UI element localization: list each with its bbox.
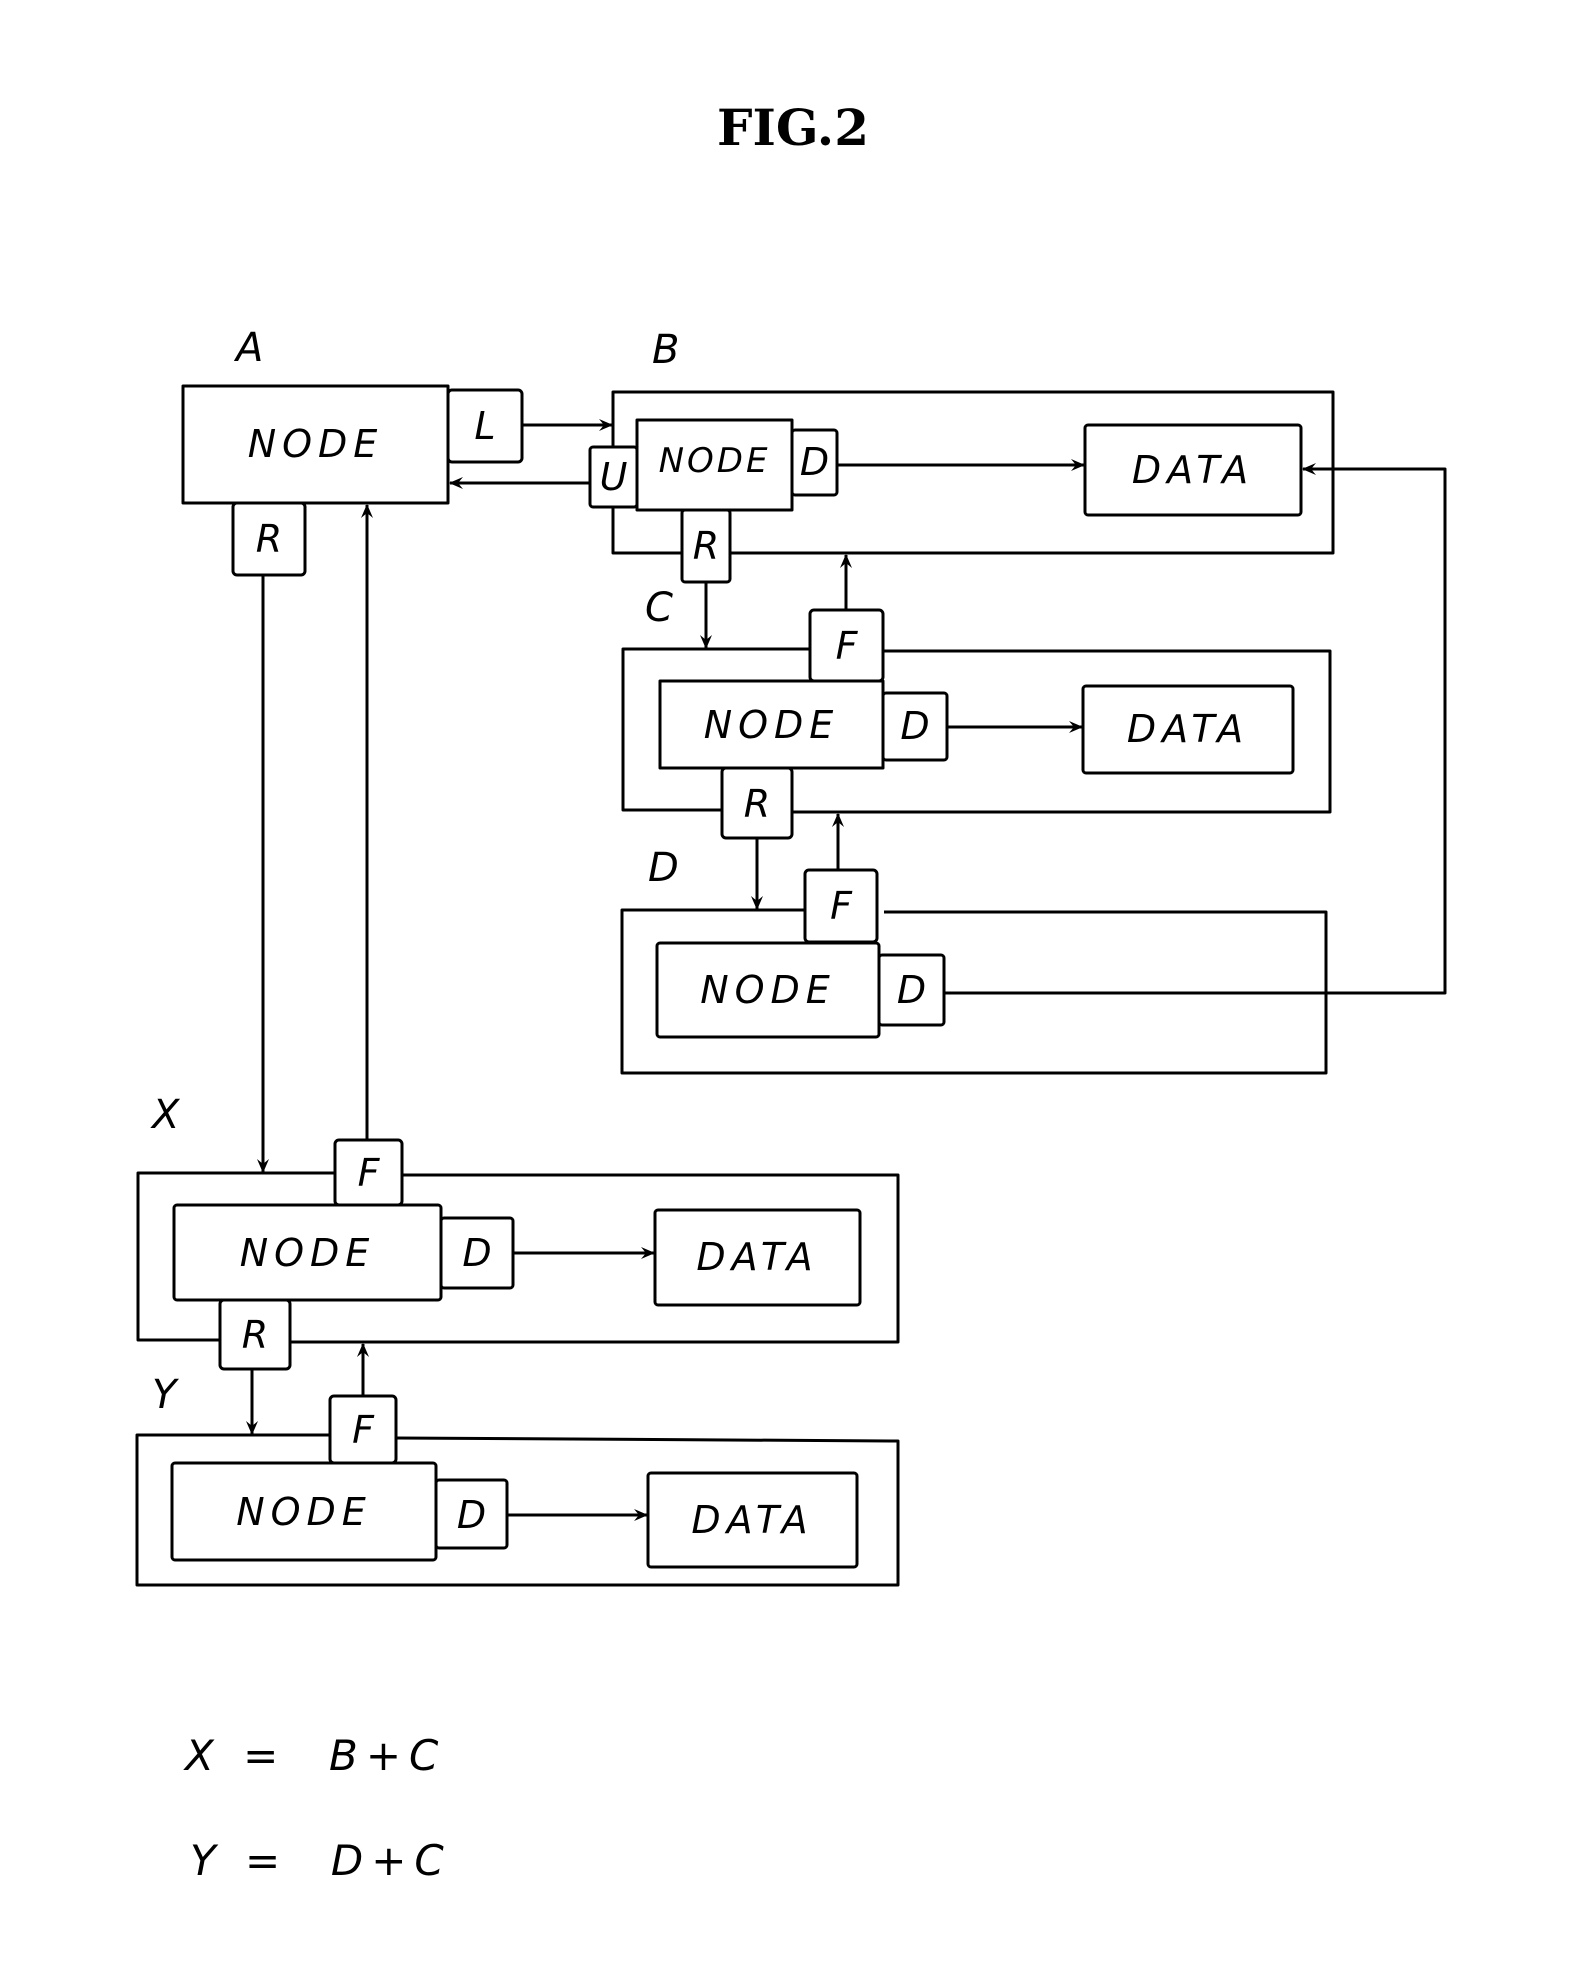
node-a-label: NODE: [247, 422, 384, 466]
node-d-label: NODE: [700, 968, 836, 1012]
port-x-d-label: D: [462, 1231, 492, 1275]
node-c-label: NODE: [703, 703, 840, 747]
group-label-y: Y: [152, 1372, 177, 1418]
node-b-label: NODE: [658, 441, 771, 481]
equation-y: Y = D+C: [190, 1836, 452, 1885]
port-b-d-label: D: [799, 440, 830, 484]
data-y-label: DATA: [691, 1498, 814, 1542]
port-c-d-label: D: [900, 704, 930, 748]
data-x-label: DATA: [696, 1235, 819, 1279]
port-c-f-label: F: [835, 624, 858, 668]
port-y-d-label: D: [456, 1493, 487, 1537]
group-label-d: D: [648, 845, 679, 891]
port-d-d-label: D: [896, 968, 927, 1012]
port-b-u-label: U: [599, 455, 628, 499]
figure-title: FIG.2: [716, 98, 869, 157]
port-x-f-label: F: [357, 1151, 380, 1195]
port-x-r-label: R: [241, 1313, 269, 1357]
port-y-f-label: F: [352, 1408, 374, 1452]
node-y-label: NODE: [236, 1490, 372, 1534]
port-b-r-label: R: [692, 524, 720, 568]
patent-figure: FIG.2 A B C D X Y NODE L R U NODE D DATA…: [0, 0, 1586, 1969]
group-label-x: X: [152, 1092, 180, 1138]
equation-x: X = B+C: [185, 1731, 447, 1780]
port-a-r-label: R: [255, 517, 283, 561]
group-label-c: C: [645, 585, 673, 631]
node-x-label: NODE: [239, 1231, 376, 1275]
data-c-label: DATA: [1126, 707, 1250, 751]
port-c-r-label: R: [743, 782, 771, 826]
port-a-l-label: L: [474, 404, 496, 448]
port-d-f-label: F: [830, 884, 852, 928]
group-label-b: B: [652, 327, 680, 373]
group-label-a: A: [236, 325, 264, 371]
data-b-label: DATA: [1131, 448, 1255, 492]
